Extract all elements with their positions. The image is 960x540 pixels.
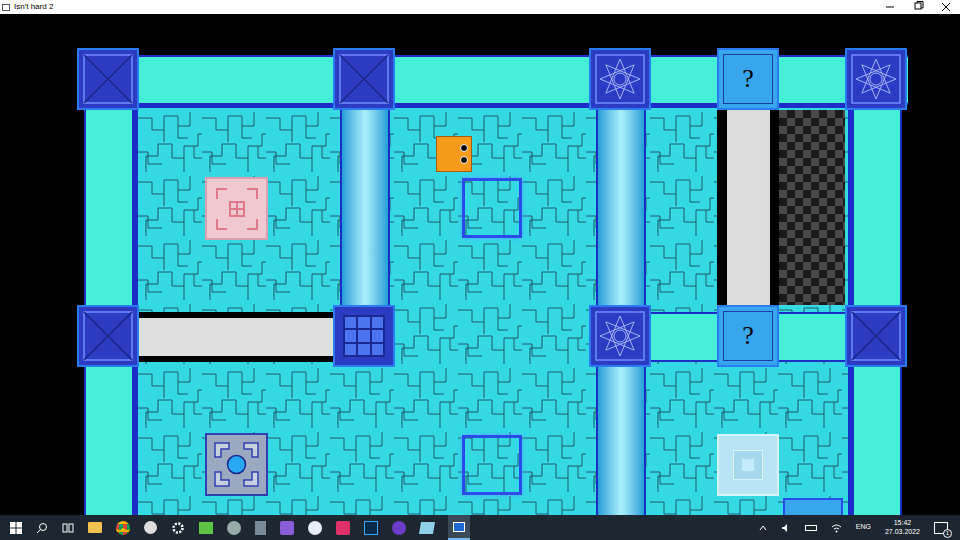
game-canvas: ?? xyxy=(0,14,960,515)
x-block xyxy=(333,48,395,110)
left-bar xyxy=(84,110,134,305)
app-icon[interactable] xyxy=(199,522,213,534)
language-indicator[interactable]: ENG xyxy=(856,522,871,533)
clock-date: 27.03.2022 xyxy=(885,528,920,536)
wall-strip xyxy=(717,110,779,305)
star-pattern-icon xyxy=(595,311,645,361)
switch-outline xyxy=(462,178,522,238)
app-icon[interactable] xyxy=(419,522,435,534)
top-bar xyxy=(77,55,908,105)
x-block xyxy=(845,305,907,367)
star-block xyxy=(589,305,651,367)
photoshop-icon[interactable] xyxy=(364,521,378,535)
search-icon[interactable] xyxy=(36,522,48,534)
windows-start-icon[interactable] xyxy=(10,522,22,534)
folder-icon[interactable] xyxy=(88,522,102,533)
notification-badge: 1 xyxy=(943,529,952,538)
target-tile xyxy=(205,177,268,240)
speaker-icon[interactable] xyxy=(781,523,791,533)
battery-icon[interactable] xyxy=(805,525,817,531)
player[interactable] xyxy=(436,136,472,172)
x-pattern-icon xyxy=(83,54,133,104)
notifications-button[interactable]: 1 xyxy=(934,522,948,534)
app-icon[interactable] xyxy=(144,521,157,534)
title-bar: Isn't hard 2 xyxy=(0,0,960,14)
eye-icon xyxy=(460,156,468,164)
screen: Isn't hard 2?? ENG 15:4227.03.2022 1 xyxy=(0,0,960,540)
right-bar xyxy=(852,110,902,305)
visual-studio-icon[interactable] xyxy=(280,521,294,535)
app-icon[interactable] xyxy=(227,521,241,535)
grid-block xyxy=(333,305,395,367)
partial-block xyxy=(783,498,843,515)
x-pattern-icon xyxy=(851,311,901,361)
taskbar: ENG 15:4227.03.2022 1 xyxy=(0,515,960,540)
chrome-icon[interactable] xyxy=(116,521,130,535)
app-icon xyxy=(2,4,10,11)
goal-tile xyxy=(205,433,268,496)
task-view-icon[interactable] xyxy=(62,522,74,534)
wifi-icon[interactable] xyxy=(831,523,842,533)
x-pattern-icon xyxy=(83,311,133,361)
star-pattern-icon xyxy=(851,54,901,104)
clock-time: 15:42 xyxy=(894,519,912,527)
maximize-icon[interactable] xyxy=(904,1,932,13)
left-bar xyxy=(84,367,134,515)
gear-icon[interactable] xyxy=(171,521,185,535)
star-block xyxy=(845,48,907,110)
mid-bar xyxy=(651,312,717,362)
pressure-plate xyxy=(717,434,779,496)
star-block xyxy=(589,48,651,110)
x-pattern-icon xyxy=(339,54,389,104)
question-block[interactable]: ? xyxy=(717,48,779,110)
x-block xyxy=(77,305,139,367)
minimize-icon[interactable] xyxy=(876,1,904,13)
question-block[interactable]: ? xyxy=(717,305,779,367)
app-icon[interactable] xyxy=(336,521,350,535)
right-bar xyxy=(852,367,902,515)
x-block xyxy=(77,48,139,110)
close-icon[interactable] xyxy=(932,1,960,13)
calculator-icon[interactable] xyxy=(255,521,266,535)
active-app-icon[interactable] xyxy=(448,515,470,540)
wall-strip xyxy=(139,312,333,362)
mid-bar xyxy=(779,312,845,362)
chevron-up-icon[interactable] xyxy=(759,524,767,532)
target-icon xyxy=(213,185,261,233)
github-icon[interactable] xyxy=(392,521,406,535)
pipe xyxy=(340,110,390,305)
switch-outline xyxy=(462,435,522,495)
app-icon[interactable] xyxy=(308,521,322,535)
window-title: Isn't hard 2 xyxy=(14,3,53,11)
star-pattern-icon xyxy=(595,54,645,104)
eye-icon xyxy=(460,144,468,152)
checker-pit xyxy=(779,110,845,305)
clock[interactable]: 15:4227.03.2022 xyxy=(885,519,920,535)
goal-icon xyxy=(209,437,264,492)
